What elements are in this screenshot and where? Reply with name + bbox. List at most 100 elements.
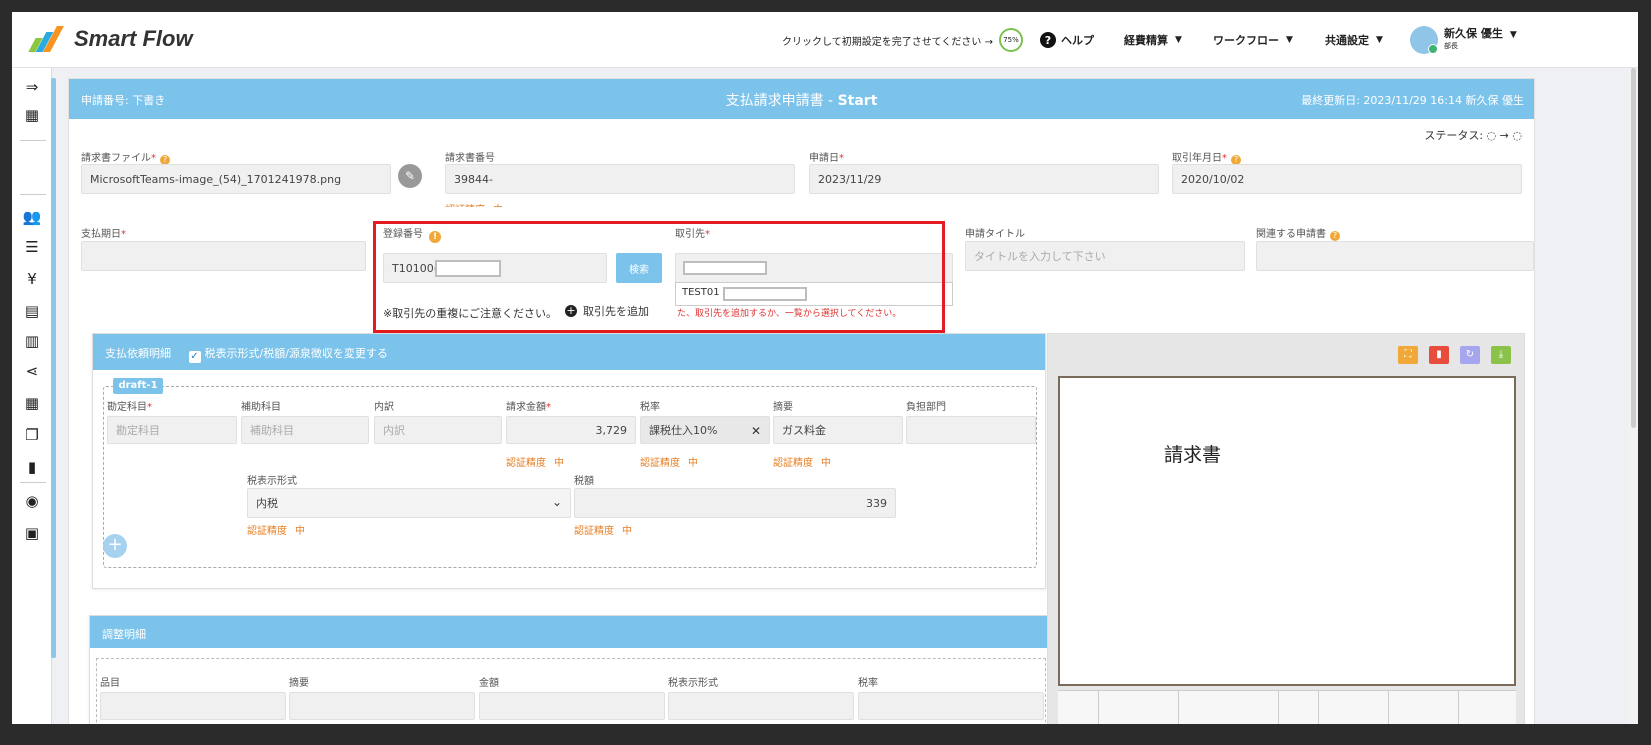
column-adjust-tax-format: 税表示形式 <box>668 678 718 689</box>
add-row-button[interactable]: + <box>103 534 127 558</box>
user-circle-icon[interactable]: ◉ <box>12 492 52 510</box>
highlight-annotation <box>373 221 945 333</box>
scrollbar-thumb[interactable] <box>1631 68 1636 428</box>
adjust-amount-input[interactable] <box>479 692 665 720</box>
column-department: 負担部門 <box>906 402 946 413</box>
setup-progress-indicator: 75% <box>998 28 1023 52</box>
menu-expense[interactable]: 経費精算 ▼ <box>1124 12 1182 68</box>
amount-input[interactable]: 3,729 <box>506 416 636 444</box>
table-icon[interactable]: ▦ <box>12 394 52 412</box>
column-adjust-summary: 摘要 <box>289 678 309 689</box>
wallet-icon[interactable]: ▣ <box>12 524 52 542</box>
setup-prompt[interactable]: クリックして初期設定を完了させてください → 75% <box>782 12 1023 68</box>
related-application-input[interactable] <box>1256 241 1534 271</box>
invoice-title-text: 請求書 <box>1164 444 1222 466</box>
fullscreen-button[interactable]: ⛶ <box>1398 346 1418 364</box>
building-icon[interactable]: ▦ <box>12 106 52 124</box>
caret-down-icon: ▼ <box>1376 35 1383 45</box>
adjust-tax-rate-input[interactable] <box>858 692 1044 720</box>
transaction-date-field[interactable]: 2020/10/02 <box>1172 164 1522 194</box>
sub-account-input[interactable]: 補助科目 <box>241 416 369 444</box>
expand-icon: ⛶ <box>1404 349 1412 360</box>
account-input[interactable]: 勘定科目 <box>107 416 237 444</box>
column-item: 品目 <box>100 678 120 689</box>
adjust-tax-format-input[interactable] <box>668 692 854 720</box>
caret-down-icon: ▼ <box>1509 30 1517 40</box>
column-summary: 摘要 <box>773 402 793 413</box>
copy-icon[interactable]: ❐ <box>12 426 52 444</box>
change-tax-checkbox[interactable]: ✓ <box>188 351 201 363</box>
amount-accuracy: 認証精度中 <box>506 458 564 469</box>
invoice-table-fragment <box>1058 690 1516 724</box>
column-account: 勘定科目* <box>107 402 152 413</box>
menu-workflow[interactable]: ワークフロー ▼ <box>1213 12 1293 68</box>
draft-tag: draft-1 <box>113 378 163 394</box>
menu-common-settings[interactable]: 共通設定 ▼ <box>1325 12 1383 68</box>
logo[interactable]: Smart Flow <box>26 26 193 52</box>
invoice-image[interactable]: 請求書 <box>1058 376 1516 686</box>
download-button[interactable]: ⤓ <box>1491 346 1511 364</box>
column-adjust-tax-rate: 税率 <box>858 678 878 689</box>
summary-input[interactable]: ガス料金 <box>773 416 903 444</box>
request-title-input[interactable]: タイトルを入力して下さい <box>965 241 1245 271</box>
question-icon: ? <box>1040 32 1056 48</box>
adjustment-header: 調整明細 <box>90 616 1050 648</box>
attach-file-button[interactable]: ✎ <box>398 164 422 188</box>
chevron-down-icon: ⌄ <box>551 495 562 509</box>
document-icon[interactable]: ▤ <box>12 302 52 320</box>
rotate-button[interactable]: ↻ <box>1460 346 1480 364</box>
list-icon[interactable]: ☰ <box>12 238 52 256</box>
page-scrollbar[interactable] <box>1628 68 1638 724</box>
column-sub-account: 補助科目 <box>241 402 281 413</box>
tax-rate-select[interactable]: 課税仕入10% ✕ <box>640 416 770 444</box>
invoice-file-field[interactable]: MicrosoftTeams-image_(54)_1701241978.png <box>81 164 391 194</box>
logo-text: Smart Flow <box>74 26 193 51</box>
delete-button[interactable]: ▮ <box>1429 346 1449 364</box>
yen-icon[interactable]: ¥ <box>12 270 52 288</box>
refresh-icon: ↻ <box>1465 349 1475 360</box>
draft-detail-group <box>103 386 1037 568</box>
help-icon: ? <box>1330 231 1340 241</box>
application-date-label: 申請日* <box>809 153 844 164</box>
users-icon[interactable]: 👥 <box>12 208 52 226</box>
clear-icon[interactable]: ✕ <box>751 424 761 438</box>
invoice-preview-panel: ⛶ ▮ ↻ ⤓ 請求書 <box>1047 333 1525 724</box>
invoice-number-accuracy: 認証精度中 <box>445 201 503 207</box>
collapse-sidebar-icon[interactable]: ⇒ <box>12 78 52 96</box>
tax-amount-input[interactable]: 339 <box>574 488 896 518</box>
breakdown-input[interactable]: 内訳 <box>374 416 502 444</box>
tax-rate-accuracy: 認証精度中 <box>640 458 698 469</box>
caret-down-icon: ▼ <box>1175 35 1182 45</box>
column-amount: 請求金額* <box>506 402 551 413</box>
payment-due-field[interactable] <box>81 241 366 271</box>
app-window: Smart Flow クリックして初期設定を完了させてください → 75% ? … <box>12 12 1638 724</box>
top-bar: Smart Flow クリックして初期設定を完了させてください → 75% ? … <box>12 12 1638 68</box>
adjust-summary-input[interactable] <box>289 692 475 720</box>
application-form: 申請番号: 下書き 支払請求申請書 - Start 最終更新日: 2023/11… <box>68 78 1535 724</box>
file-icon[interactable]: ▮ <box>12 458 52 476</box>
item-input[interactable] <box>100 692 286 720</box>
invoice-number-field[interactable]: 39844- <box>445 164 795 194</box>
logo-mark-icon <box>26 26 68 52</box>
payment-detail-card: 支払依頼明細 ✓ 税表示形式/税額/源泉徴収を変更する draft-1 勘定科目*… <box>92 333 1046 589</box>
application-date-field[interactable]: 2023/11/29 <box>809 164 1159 194</box>
column-tax-rate: 税率 <box>640 402 660 413</box>
related-application-label: 関連する申請書? <box>1256 225 1340 241</box>
invoice-file-label: 請求書ファイル*? <box>81 149 170 165</box>
tax-amount-label: 税額 <box>574 476 594 487</box>
transaction-date-label: 取引年月日*? <box>1172 149 1241 165</box>
receipt-icon[interactable]: ▥ <box>12 332 52 350</box>
payment-detail-header: 支払依頼明細 ✓ 税表示形式/税額/源泉徴収を変更する <box>93 334 1045 370</box>
adjustment-card: 調整明細 品目 摘要 金額 税表示形式 税率 <box>89 615 1051 724</box>
help-menu[interactable]: ? ヘルプ <box>1040 12 1094 68</box>
department-input[interactable] <box>906 416 1036 444</box>
last-updated: 最終更新日: 2023/11/29 16:14 新久保 優生 <box>1301 94 1524 107</box>
payment-due-label: 支払期日* <box>81 229 126 240</box>
paperclip-icon: ✎ <box>404 169 416 183</box>
user-menu[interactable]: 新久保 優生 部長 ▼ <box>1410 12 1517 68</box>
tax-amount-accuracy: 認証精度中 <box>574 526 632 537</box>
tax-format-select[interactable]: 内税 ⌄ <box>247 488 571 518</box>
share-icon[interactable]: ⋖ <box>12 362 52 380</box>
caret-down-icon: ▼ <box>1286 35 1293 45</box>
invoice-number-label: 請求書番号 <box>445 153 495 164</box>
